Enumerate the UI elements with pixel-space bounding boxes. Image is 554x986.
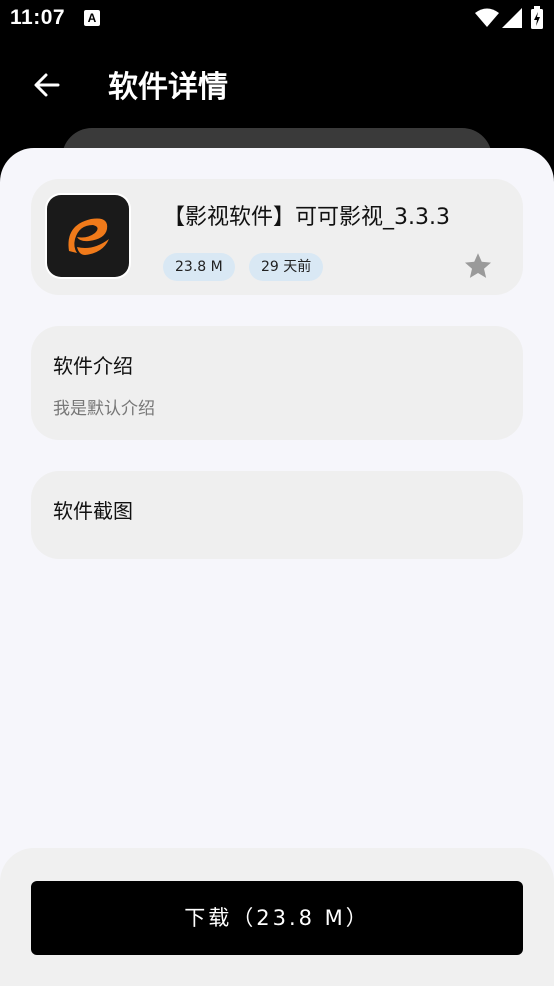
screenshots-card: 软件截图 — [31, 471, 523, 559]
screenshots-title: 软件截图 — [53, 499, 133, 523]
intro-description: 我是默认介绍 — [53, 399, 155, 419]
star-icon[interactable] — [463, 251, 493, 281]
wifi-icon — [475, 8, 499, 27]
download-button[interactable]: 下载（23.8 M） — [31, 881, 523, 955]
bottom-bar: 下载（23.8 M） — [0, 848, 554, 986]
intro-card: 软件介绍 我是默认介绍 — [31, 326, 523, 440]
page-title: 软件详情 — [108, 70, 228, 105]
status-bar: 11:07 A — [0, 0, 554, 38]
app-info-card: 【影视软件】可可影视_3.3.3 23.8 M 29 天前 — [31, 179, 523, 295]
app-name: 【影视软件】可可影视_3.3.3 — [163, 205, 450, 230]
back-arrow-icon[interactable] — [30, 68, 64, 102]
app-bar: 软件详情 — [0, 38, 554, 128]
status-time: 11:07 — [10, 6, 66, 29]
signal-icon — [502, 8, 522, 28]
notification-icon: A — [84, 10, 100, 26]
battery-icon — [531, 6, 543, 29]
size-badge: 23.8 M — [163, 253, 235, 281]
updated-badge: 29 天前 — [249, 253, 324, 281]
app-logo-icon — [47, 195, 129, 277]
intro-title: 软件介绍 — [53, 354, 133, 378]
